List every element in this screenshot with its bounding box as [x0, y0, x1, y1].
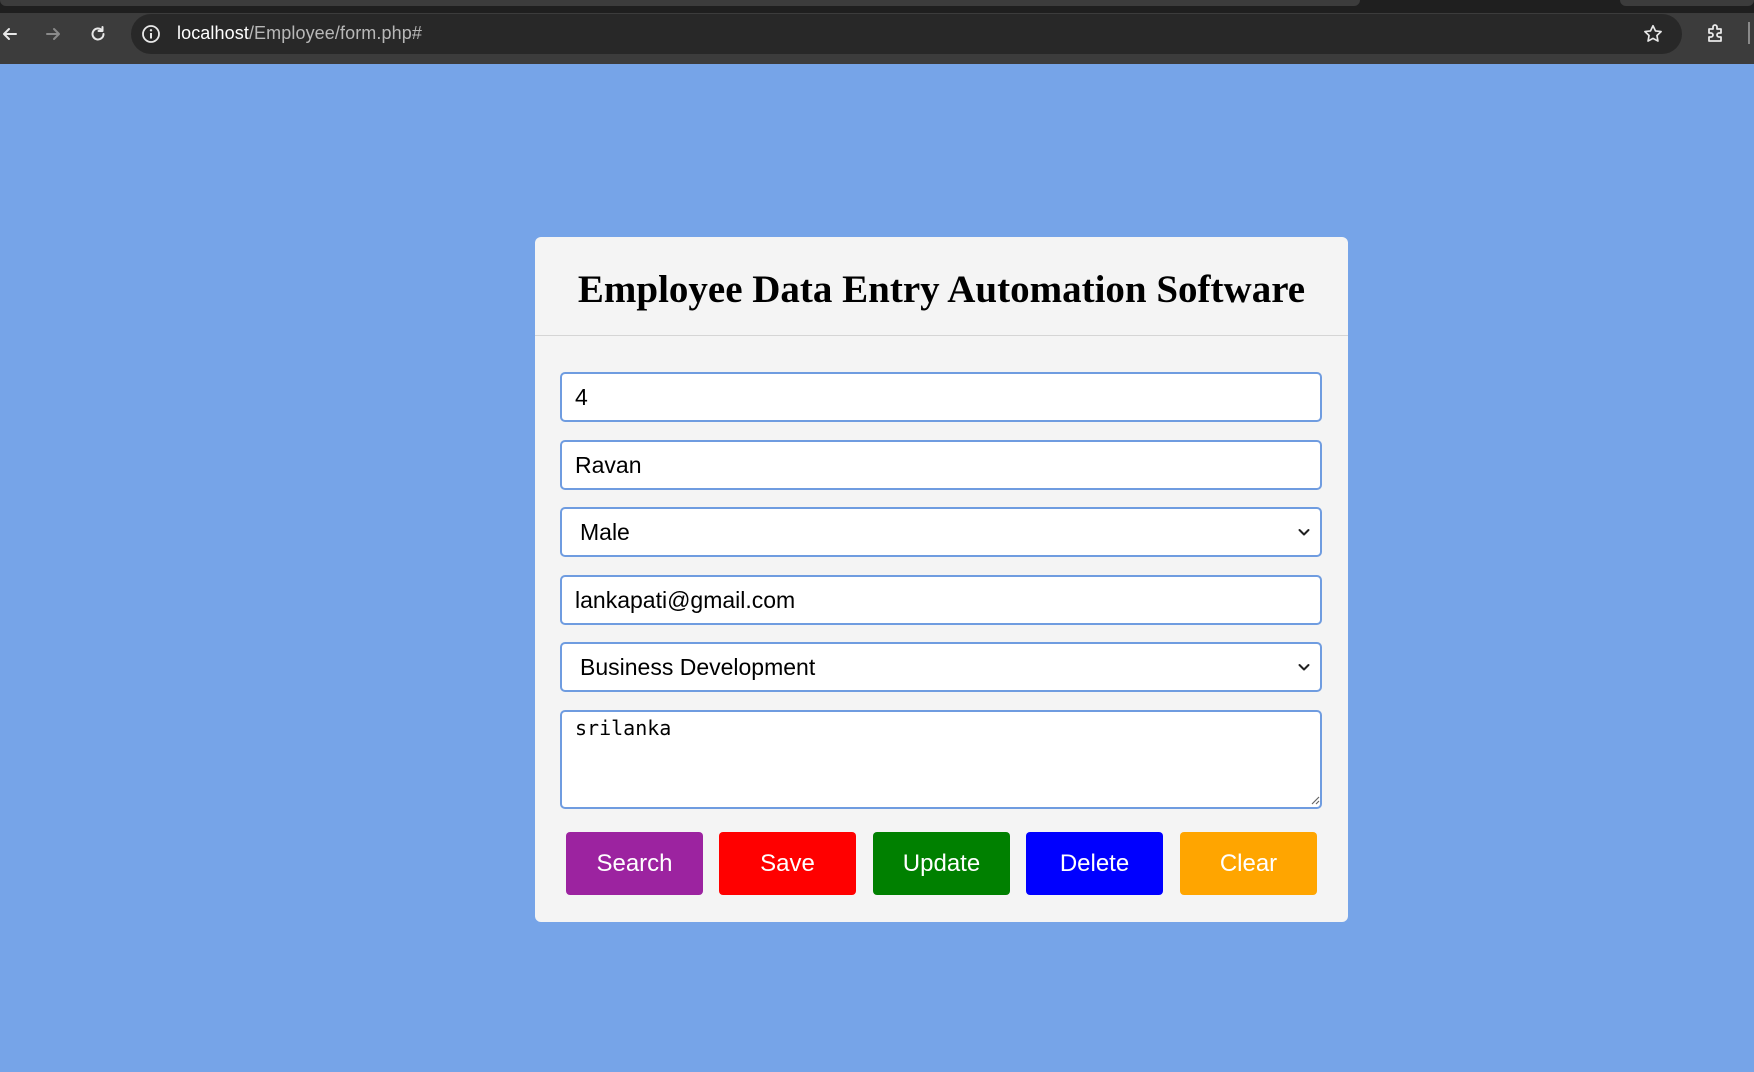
- gender-select[interactable]: Male: [560, 507, 1322, 557]
- toolbar-divider: [1748, 22, 1750, 44]
- reload-button[interactable]: [82, 18, 114, 50]
- extensions-puzzle-icon[interactable]: [1704, 21, 1728, 45]
- back-button[interactable]: [0, 18, 26, 50]
- save-button[interactable]: Save: [719, 832, 856, 895]
- url-host: localhost: [177, 23, 249, 43]
- resize-grip-icon[interactable]: [1310, 795, 1320, 805]
- search-button[interactable]: Search: [566, 832, 703, 895]
- email-input[interactable]: [560, 575, 1322, 625]
- address-bar[interactable]: localhost/Employee/form.php#: [131, 14, 1682, 54]
- bookmark-star-icon[interactable]: [1642, 23, 1664, 45]
- chevron-down-icon: [1298, 529, 1310, 536]
- page-title: Employee Data Entry Automation Software: [577, 267, 1306, 311]
- update-button[interactable]: Update: [873, 832, 1010, 895]
- arrow-right-icon: [46, 28, 60, 40]
- address-textarea[interactable]: srilanka: [560, 710, 1322, 809]
- delete-button[interactable]: Delete: [1026, 832, 1163, 895]
- reload-icon: [91, 26, 105, 41]
- gender-selected-value: Male: [580, 518, 630, 545]
- tab-strip: [0, 0, 1754, 13]
- employee-id-input[interactable]: [560, 372, 1322, 422]
- forward-button[interactable]: [37, 18, 69, 50]
- chevron-down-icon: [1298, 664, 1310, 671]
- tab-edge[interactable]: [1620, 0, 1754, 6]
- clear-button[interactable]: Clear: [1180, 832, 1317, 895]
- department-selected-value: Business Development: [580, 653, 816, 680]
- url-text[interactable]: localhost/Employee/form.php#: [177, 23, 422, 44]
- active-tab-edge[interactable]: [0, 0, 1360, 6]
- employee-form-card: Employee Data Entry Automation Software …: [535, 237, 1348, 922]
- browser-toolbar: localhost/Employee/form.php#: [0, 0, 1754, 64]
- arrow-left-icon: [3, 28, 17, 40]
- department-select[interactable]: Business Development: [560, 642, 1322, 692]
- card-header: Employee Data Entry Automation Software: [535, 237, 1348, 336]
- url-path: /Employee/form.php#: [248, 23, 422, 43]
- employee-name-input[interactable]: [560, 440, 1322, 490]
- site-info-icon[interactable]: [141, 24, 161, 44]
